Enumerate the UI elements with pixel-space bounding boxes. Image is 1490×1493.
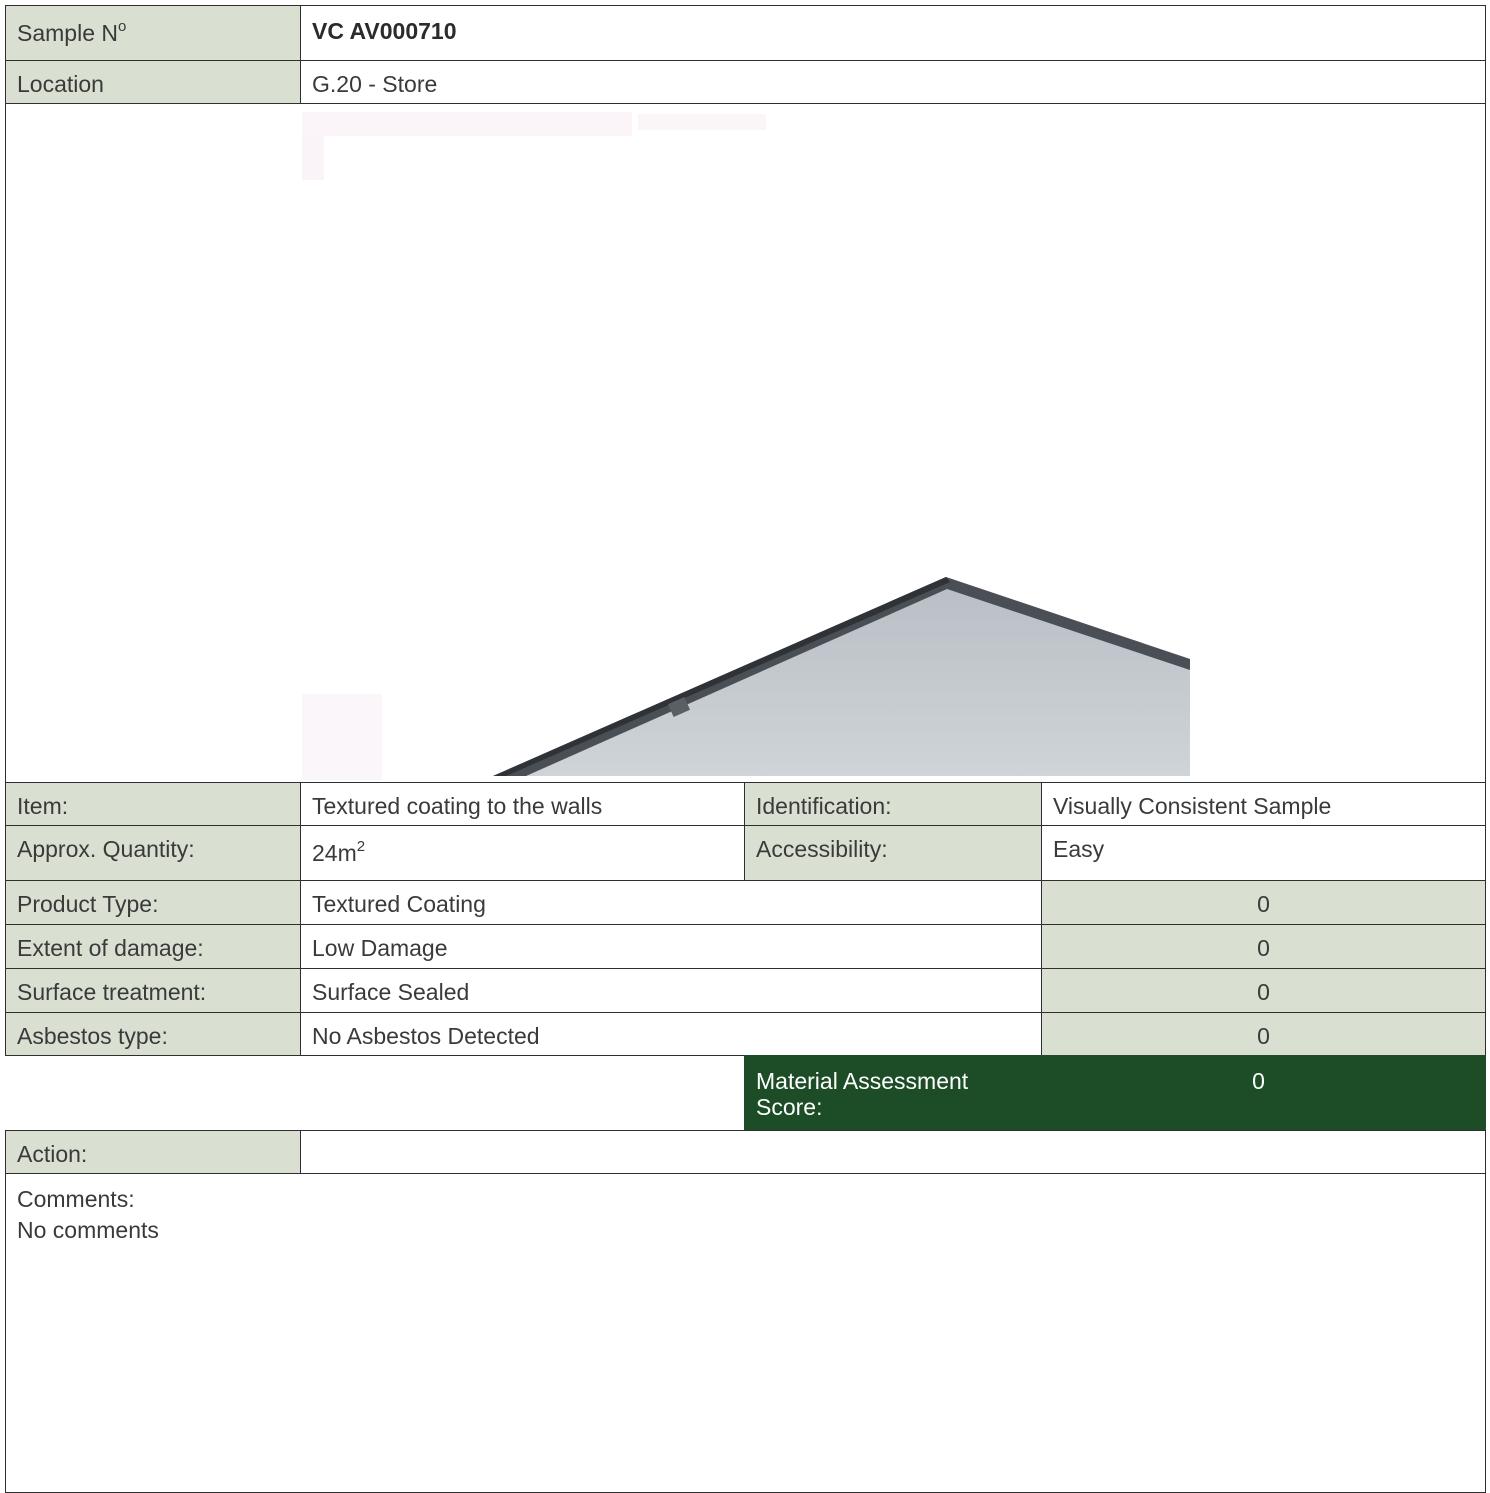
identification-value: Visually Consistent Sample [1041, 782, 1486, 826]
surface-treatment-score: 0 [1041, 968, 1486, 1013]
sample-number-label: Sample No [5, 5, 301, 61]
location-value: G.20 - Store [300, 60, 1486, 104]
damage-label: Extent of damage: [5, 924, 301, 969]
damage-score: 0 [1041, 924, 1486, 969]
item-value: Textured coating to the walls [300, 782, 745, 826]
photo-frame [5, 103, 1486, 783]
comments-text: No comments [17, 1217, 159, 1243]
asbestos-type-value: No Asbestos Detected [300, 1012, 1042, 1056]
product-type-value: Textured Coating [300, 880, 1042, 925]
action-value [300, 1130, 1486, 1174]
action-label: Action: [5, 1130, 301, 1174]
location-label: Location [5, 60, 301, 104]
quantity-label: Approx. Quantity: [5, 825, 301, 881]
asbestos-type-label: Asbestos type: [5, 1012, 301, 1056]
material-assessment-label: Material Assessment Score: [744, 1055, 1042, 1131]
comments-label: Comments: [17, 1186, 135, 1212]
product-type-score: 0 [1041, 880, 1486, 925]
comments-box: Comments: No comments [5, 1173, 1486, 1493]
quantity-value: 24m2 [300, 825, 745, 881]
accessibility-label: Accessibility: [744, 825, 1042, 881]
sample-photo [302, 112, 1190, 780]
accessibility-value: Easy [1041, 825, 1486, 881]
asbestos-type-score: 0 [1041, 1012, 1486, 1056]
damage-value: Low Damage [300, 924, 1042, 969]
item-label: Item: [5, 782, 301, 826]
surface-treatment-value: Surface Sealed [300, 968, 1042, 1013]
surface-treatment-label: Surface treatment: [5, 968, 301, 1013]
material-assessment-score: 0 [1041, 1055, 1486, 1131]
product-type-label: Product Type: [5, 880, 301, 925]
sample-number-value: VC AV000710 [300, 5, 1486, 61]
identification-label: Identification: [744, 782, 1042, 826]
